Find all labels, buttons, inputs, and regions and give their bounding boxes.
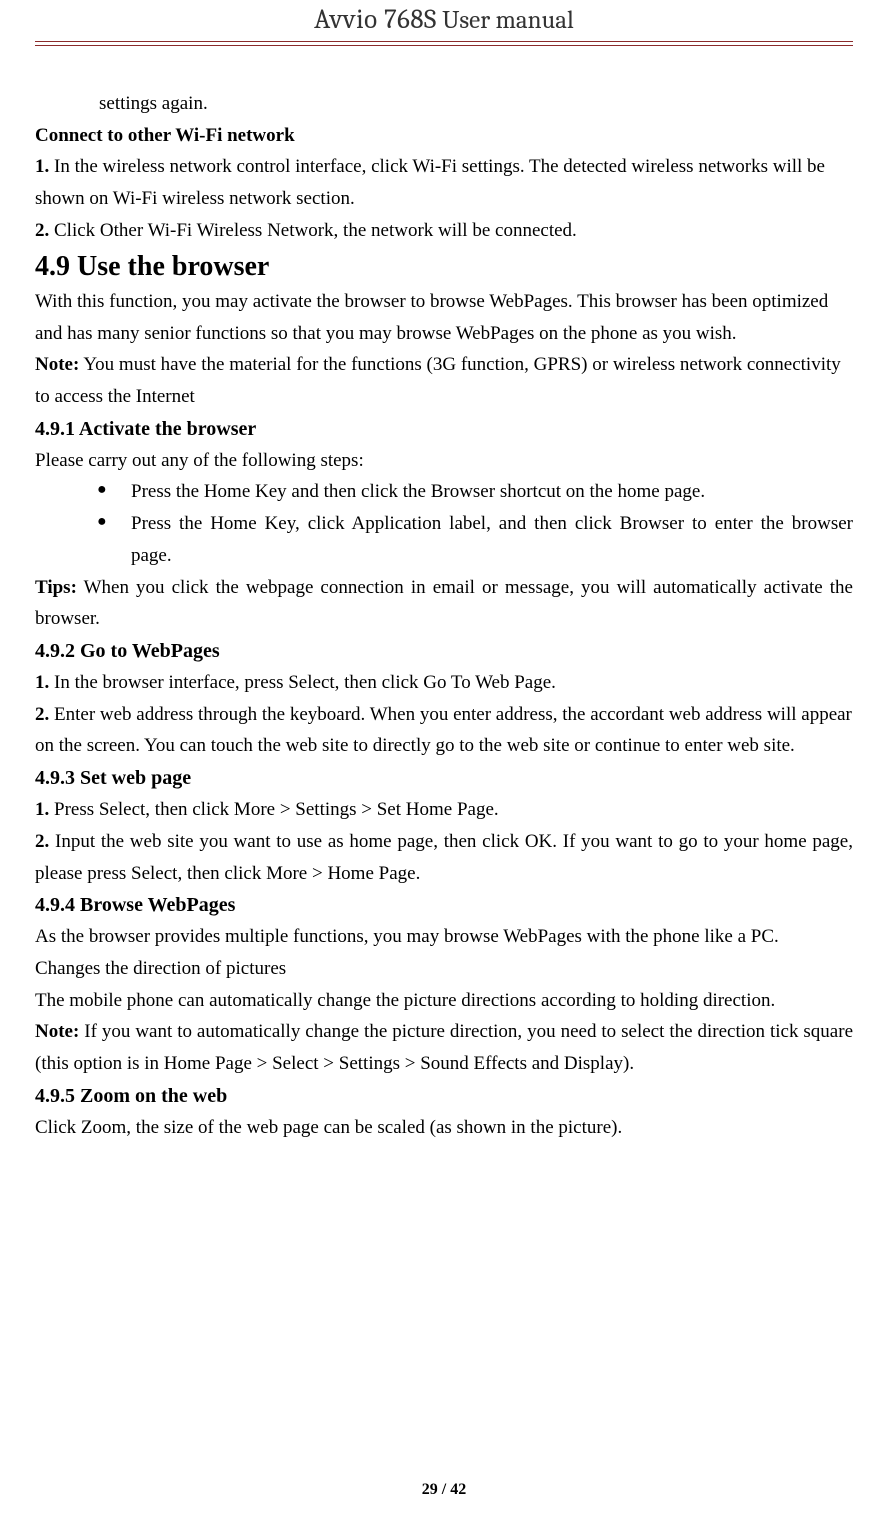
step-text: 2. Input the web site you want to use as…	[35, 826, 853, 889]
step-number: 2.	[35, 704, 49, 725]
document-header-title: Avvio 768S User manual	[35, 0, 853, 41]
note-paragraph: Note: If you want to automatically chang…	[35, 1016, 853, 1079]
step-text: 2. Click Other Wi-Fi Wireless Network, t…	[35, 215, 853, 247]
note-body: If you want to automatically change the …	[35, 1021, 853, 1074]
step-number: 1.	[35, 672, 49, 693]
page-container: Avvio 768S User manual settings again. C…	[0, 0, 888, 1525]
continuation-text: settings again.	[35, 88, 853, 120]
step-body: In the wireless network control interfac…	[35, 156, 825, 209]
step-number: 2.	[35, 220, 49, 241]
step-body: Input the web site you want to use as ho…	[35, 831, 853, 884]
step-body: In the browser interface, press Select, …	[49, 672, 556, 693]
step-number: 1.	[35, 799, 49, 820]
intro-text: Please carry out any of the following st…	[35, 445, 853, 477]
step-body: Click Other Wi-Fi Wireless Network, the …	[49, 220, 577, 241]
note-label: Note:	[35, 354, 79, 375]
heading-4-9-2: 4.9.2 Go to WebPages	[35, 635, 853, 667]
step-number: 2.	[35, 831, 49, 852]
step-body: Press Select, then click More > Settings…	[49, 799, 498, 820]
list-item: Press the Home Key, click Application la…	[131, 508, 853, 571]
bullet-list: Press the Home Key and then click the Br…	[35, 476, 853, 571]
header-model: Avvio 768S	[314, 4, 437, 35]
heading-4-9-1: 4.9.1 Activate the browser	[35, 413, 853, 445]
note-label: Note:	[35, 1021, 79, 1042]
body-text: Changes the direction of pictures	[35, 953, 853, 985]
body-text: Click Zoom, the size of the web page can…	[35, 1112, 853, 1144]
heading-4-9: 4.9 Use the browser	[35, 247, 853, 286]
heading-4-9-5: 4.9.5 Zoom on the web	[35, 1080, 853, 1112]
note-paragraph: Note: You must have the material for the…	[35, 349, 853, 412]
section-intro: With this function, you may activate the…	[35, 286, 853, 349]
note-body: You must have the material for the funct…	[35, 354, 841, 407]
header-suffix: User manual	[437, 6, 574, 35]
tips-body: When you click the webpage connection in…	[35, 577, 853, 630]
body-text: The mobile phone can automatically chang…	[35, 985, 853, 1017]
heading-4-9-4: 4.9.4 Browse WebPages	[35, 889, 853, 921]
tips-paragraph: Tips: When you click the webpage connect…	[35, 572, 853, 635]
step-number: 1.	[35, 156, 49, 177]
step-text: 2. Enter web address through the keyboar…	[35, 699, 853, 762]
subheading-connect-other: Connect to other Wi-Fi network	[35, 120, 853, 152]
step-text: 1. Press Select, then click More > Setti…	[35, 794, 853, 826]
heading-4-9-3: 4.9.3 Set web page	[35, 762, 853, 794]
document-body: settings again. Connect to other Wi-Fi n…	[35, 46, 853, 1144]
step-text: 1. In the wireless network control inter…	[35, 151, 853, 214]
page-footer: 29 / 42	[0, 1481, 888, 1499]
step-text: 1. In the browser interface, press Selec…	[35, 667, 853, 699]
body-text: As the browser provides multiple functio…	[35, 921, 853, 953]
tips-label: Tips:	[35, 577, 77, 598]
step-body: Enter web address through the keyboard. …	[35, 704, 852, 757]
page-number: 29 / 42	[422, 1481, 466, 1498]
list-item: Press the Home Key and then click the Br…	[131, 476, 853, 508]
